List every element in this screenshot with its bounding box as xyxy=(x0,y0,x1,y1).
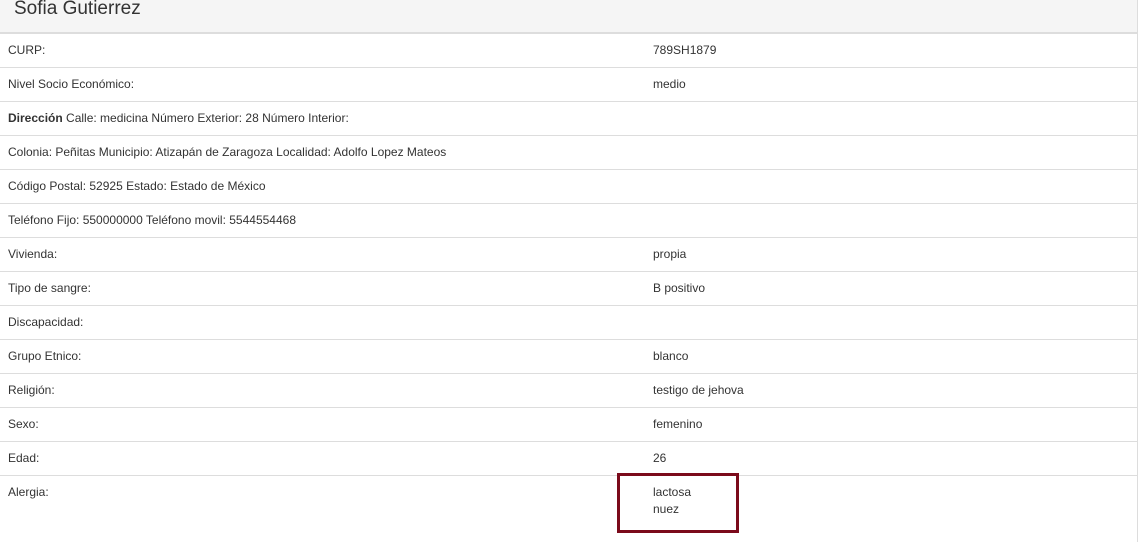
table-row-postal: Código Postal: 52925 Estado: Estado de M… xyxy=(0,169,1137,204)
table-row-telefono: Teléfono Fijo: 550000000 Teléfono movil:… xyxy=(0,203,1137,238)
table-row-direccion: Dirección Calle: medicina Número Exterio… xyxy=(0,101,1137,136)
religion-label: Religión: xyxy=(0,373,645,408)
religion-value: testigo de jehova xyxy=(645,373,1137,408)
table-row-colonia: Colonia: Peñitas Municipio: Atizapán de … xyxy=(0,135,1137,170)
patient-name: Sofia Gutierrez xyxy=(14,0,141,19)
allergy-highlight-box xyxy=(617,473,739,533)
table-row-religion: Religión: testigo de jehova xyxy=(0,373,1137,408)
table-row-alergia: Alergia: lactosa nuez xyxy=(0,476,1137,519)
postal-text: Código Postal: 52925 Estado: Estado de M… xyxy=(0,169,1137,204)
discapacidad-label: Discapacidad: xyxy=(0,305,645,340)
telefono-text: Teléfono Fijo: 550000000 Teléfono movil:… xyxy=(0,203,1137,238)
patient-info-table: CURP: 789SH1879 Nivel Socio Económico: m… xyxy=(0,34,1137,518)
edad-label: Edad: xyxy=(0,441,645,476)
etnico-label: Grupo Etnico: xyxy=(0,339,645,374)
curp-value: 789SH1879 xyxy=(645,34,1137,68)
colonia-text: Colonia: Peñitas Municipio: Atizapán de … xyxy=(0,135,1137,170)
panel-heading: Sofia Gutierrez xyxy=(0,0,1137,34)
nse-value: medio xyxy=(645,67,1137,102)
sangre-label: Tipo de sangre: xyxy=(0,271,645,306)
patient-panel: Sofia Gutierrez CURP: 789SH1879 Nivel So… xyxy=(0,0,1138,542)
vivienda-value: propia xyxy=(645,237,1137,272)
vivienda-label: Vivienda: xyxy=(0,237,645,272)
table-row-vivienda: Vivienda: propia xyxy=(0,237,1137,272)
sexo-value: femenino xyxy=(645,407,1137,442)
table-row-edad: Edad: 26 xyxy=(0,441,1137,476)
direccion-text: Calle: medicina Número Exterior: 28 Núme… xyxy=(66,111,349,125)
sangre-value: B positivo xyxy=(645,271,1137,306)
sexo-label: Sexo: xyxy=(0,407,645,442)
edad-value: 26 xyxy=(645,441,1137,476)
discapacidad-value xyxy=(645,305,1137,340)
direccion-cell: Dirección Calle: medicina Número Exterio… xyxy=(0,101,1137,136)
direccion-label: Dirección xyxy=(8,111,63,125)
alergia-label: Alergia: xyxy=(8,485,49,499)
curp-label: CURP: xyxy=(0,34,645,68)
etnico-value: blanco xyxy=(645,339,1137,374)
table-row-sangre: Tipo de sangre: B positivo xyxy=(0,271,1137,306)
table-row-nse: Nivel Socio Económico: medio xyxy=(0,67,1137,102)
table-row-curp: CURP: 789SH1879 xyxy=(0,34,1137,68)
table-row-sexo: Sexo: femenino xyxy=(0,407,1137,442)
table-row-discapacidad: Discapacidad: xyxy=(0,305,1137,340)
nse-label: Nivel Socio Económico: xyxy=(0,67,645,102)
table-row-etnico: Grupo Etnico: blanco xyxy=(0,339,1137,374)
